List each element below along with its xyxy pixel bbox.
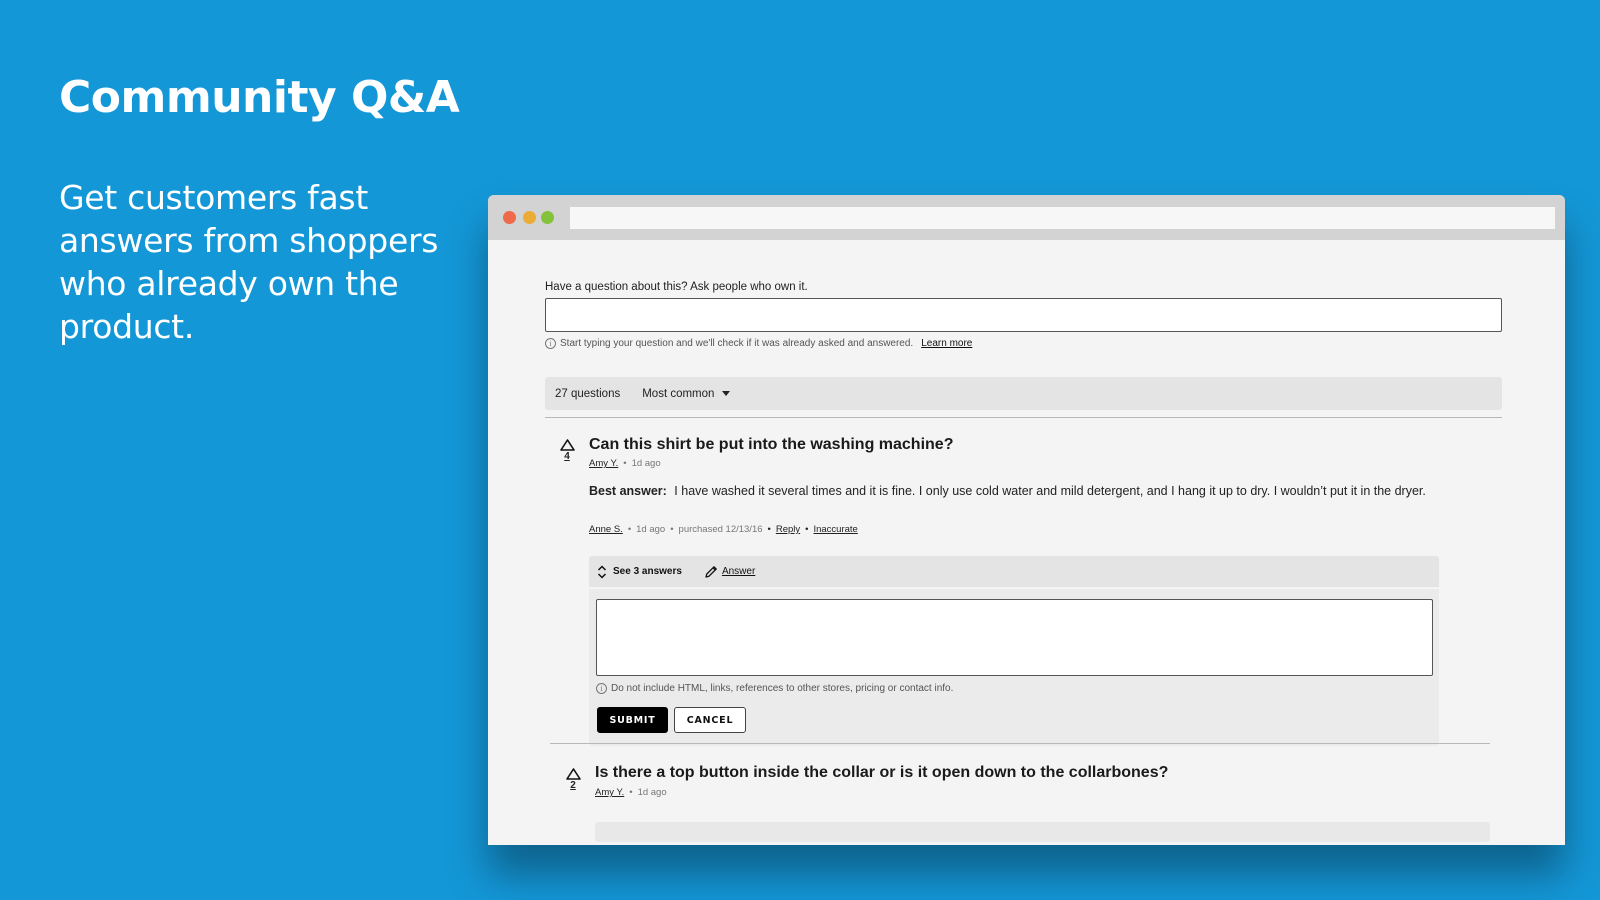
answer-hint-text: Do not include HTML, links, references t… xyxy=(611,683,954,694)
question-meta: Amy Y. • 1d ago xyxy=(589,458,661,469)
ask-hint: i Start typing your question and we'll c… xyxy=(545,338,972,349)
toolbar-divider xyxy=(545,417,1502,418)
separator: • xyxy=(805,524,809,535)
upvote-icon[interactable] xyxy=(565,768,581,780)
best-answer-label: Best answer: xyxy=(589,484,667,498)
vote-control: 4 xyxy=(557,439,577,462)
info-icon: i xyxy=(596,683,607,694)
question-title[interactable]: Can this shirt be put into the washing m… xyxy=(589,436,953,454)
see-answers-label: See 3 answers xyxy=(613,566,682,577)
question-count: 27 questions xyxy=(555,387,621,400)
sort-dropdown[interactable]: Most common xyxy=(642,387,731,400)
question-meta: Amy Y. • 1d ago xyxy=(595,787,667,798)
best-answer: Best answer: I have washed it several ti… xyxy=(589,482,1449,500)
separator: • xyxy=(629,787,633,798)
inaccurate-link[interactable]: Inaccurate xyxy=(813,524,857,535)
answers-panel-preview xyxy=(595,822,1490,842)
caret-down-icon xyxy=(722,391,731,396)
question-title[interactable]: Is there a top button inside the collar … xyxy=(595,764,1168,782)
answer-textarea[interactable] xyxy=(596,599,1433,676)
questions-toolbar: 27 questions Most common xyxy=(545,377,1502,410)
answer-time: 1d ago xyxy=(636,524,666,535)
submit-button[interactable]: SUBMIT xyxy=(597,707,668,733)
vote-count: 2 xyxy=(570,780,576,791)
vote-control: 2 xyxy=(563,768,583,791)
browser-titlebar xyxy=(488,195,1565,240)
separator: • xyxy=(767,524,771,535)
info-icon: i xyxy=(545,338,556,349)
answer-button[interactable]: Answer xyxy=(704,565,755,579)
answers-panel: See 3 answers Answer i Do not include HT… xyxy=(589,556,1439,746)
maximize-window-button[interactable] xyxy=(541,211,554,224)
minimize-window-button[interactable] xyxy=(523,211,536,224)
separator: • xyxy=(627,524,632,535)
browser-window: Have a question about this? Ask people w… xyxy=(488,195,1565,845)
answer-hint: i Do not include HTML, links, references… xyxy=(596,683,953,694)
address-bar[interactable] xyxy=(570,207,1555,229)
ask-question-label: Have a question about this? Ask people w… xyxy=(545,281,808,293)
ask-hint-text: Start typing your question and we'll che… xyxy=(560,338,914,349)
question-author[interactable]: Amy Y. xyxy=(589,458,618,469)
ask-question-input[interactable] xyxy=(545,298,1502,332)
answer-link-label: Answer xyxy=(721,566,756,577)
expand-collapse-icon xyxy=(597,564,607,579)
learn-more-link[interactable]: Learn more xyxy=(921,338,972,349)
upvote-icon[interactable] xyxy=(559,439,575,451)
pencil-icon xyxy=(705,565,717,578)
hero-title: Community Q&A xyxy=(59,72,460,123)
cancel-button[interactable]: CANCEL xyxy=(674,707,746,733)
best-answer-text: I have washed it several times and it is… xyxy=(674,484,1426,498)
separator: • xyxy=(623,458,627,469)
qa-content: Have a question about this? Ask people w… xyxy=(488,240,1565,845)
hero-subtitle: Get customers fast answers from shoppers… xyxy=(59,178,439,346)
answer-meta: Anne S. • 1d ago • purchased 12/13/16 • … xyxy=(589,524,858,535)
vote-count: 4 xyxy=(564,451,570,462)
question-divider xyxy=(550,743,1490,744)
question-author[interactable]: Amy Y. xyxy=(595,787,624,798)
sort-label: Most common xyxy=(642,387,715,400)
reply-link[interactable]: Reply xyxy=(776,524,800,535)
see-answers-toggle[interactable]: See 3 answers xyxy=(597,564,682,579)
answer-author[interactable]: Anne S. xyxy=(589,524,623,535)
question-time: 1d ago xyxy=(637,787,667,798)
separator: • xyxy=(670,524,674,535)
close-window-button[interactable] xyxy=(503,211,516,224)
question-time: 1d ago xyxy=(631,458,661,469)
answers-bar: See 3 answers Answer xyxy=(589,556,1439,589)
answer-purchased: purchased 12/13/16 xyxy=(678,524,763,535)
